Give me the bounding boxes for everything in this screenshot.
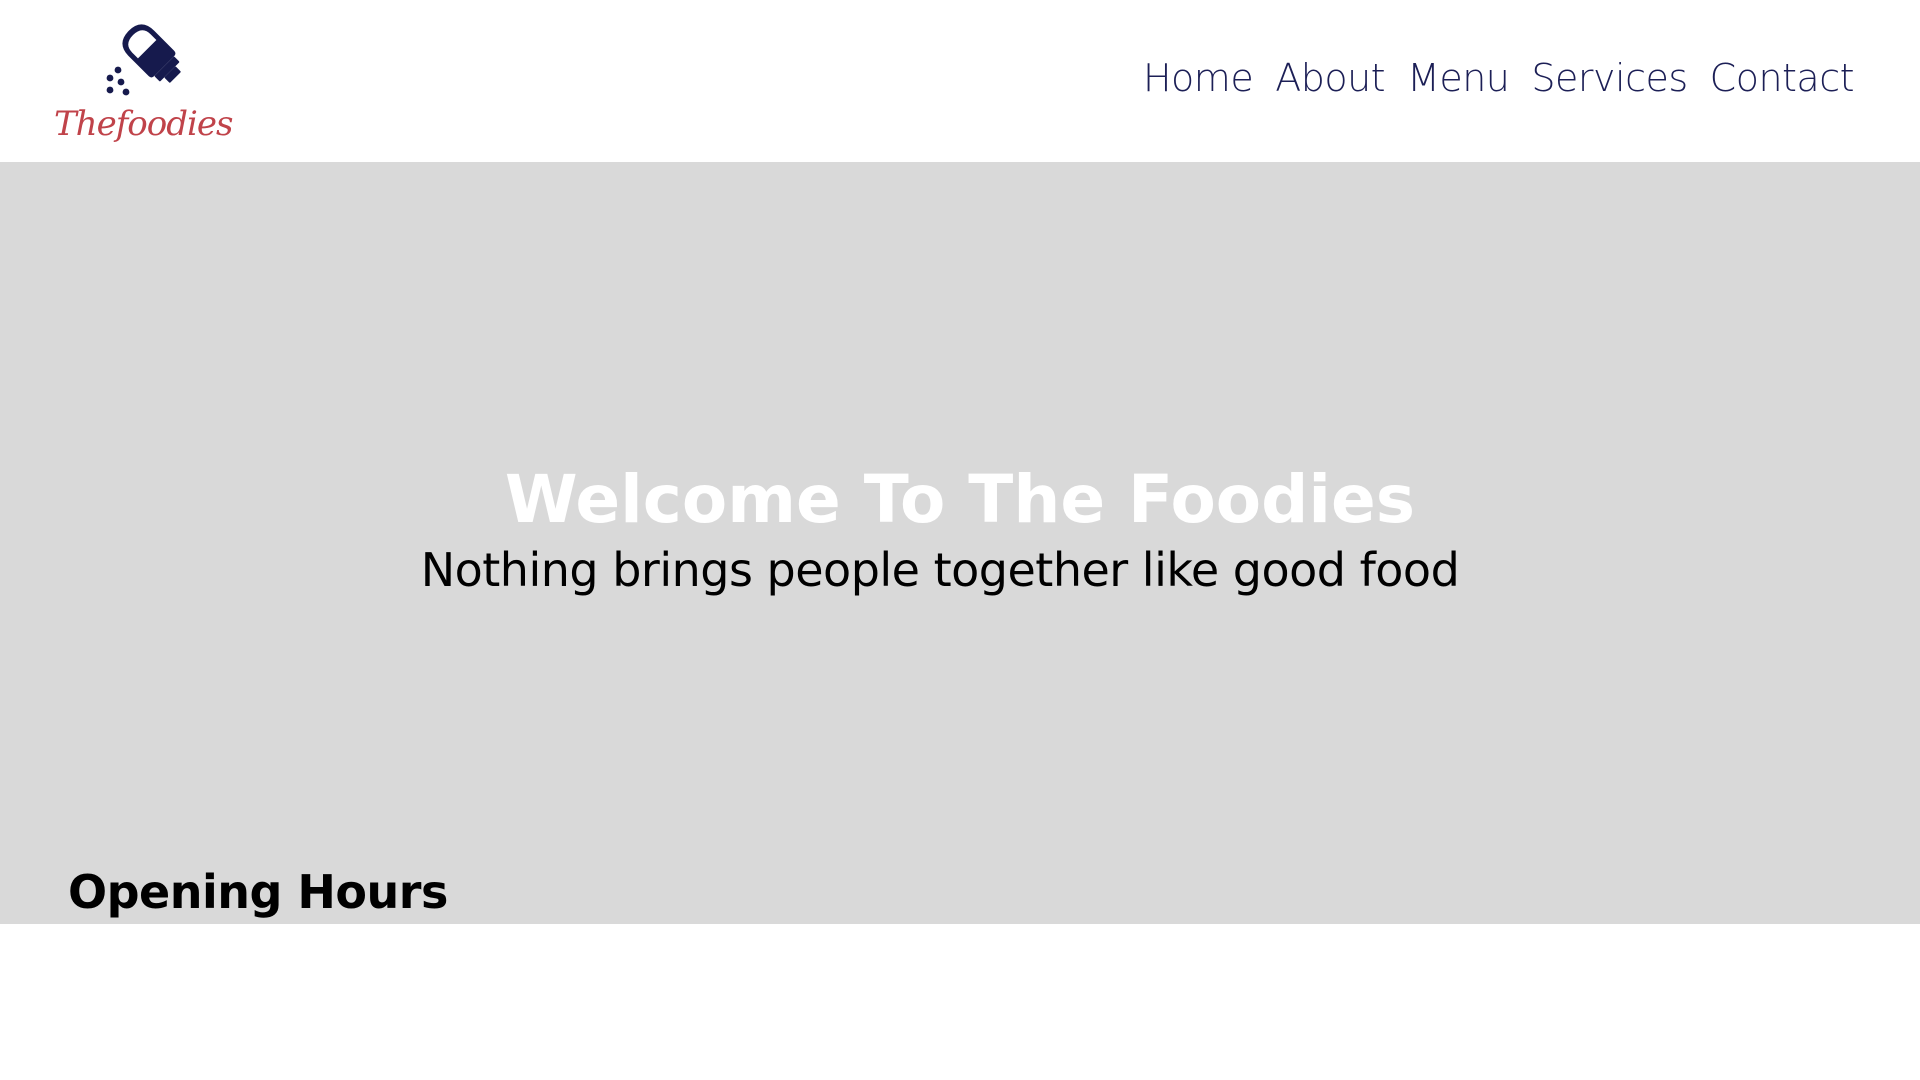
nav-link-contact[interactable]: Contact [1710,56,1855,100]
logo-text: Thefoodies [54,104,233,144]
nav-link-home[interactable]: Home [1143,56,1254,100]
nav-link-about[interactable]: About [1275,56,1385,100]
opening-hours-heading: Opening Hours [68,865,448,919]
nav-link-services[interactable]: Services [1531,56,1688,100]
hero-banner: Welcome To The Foodies Nothing brings pe… [0,162,1920,924]
salt-shaker-icon [106,24,181,96]
main-nav: Home About Menu Services Contact [1143,56,1855,100]
hero-subtitle: Nothing brings people together like good… [420,543,1460,597]
nav-link-menu[interactable]: Menu [1407,56,1510,100]
page: Thefoodies Home About Menu Services Cont… [0,0,1920,1080]
site-logo[interactable]: Thefoodies [54,12,233,152]
hero-title: Welcome To The Foodies [504,461,1416,538]
site-header: Thefoodies Home About Menu Services Cont… [0,0,1920,162]
